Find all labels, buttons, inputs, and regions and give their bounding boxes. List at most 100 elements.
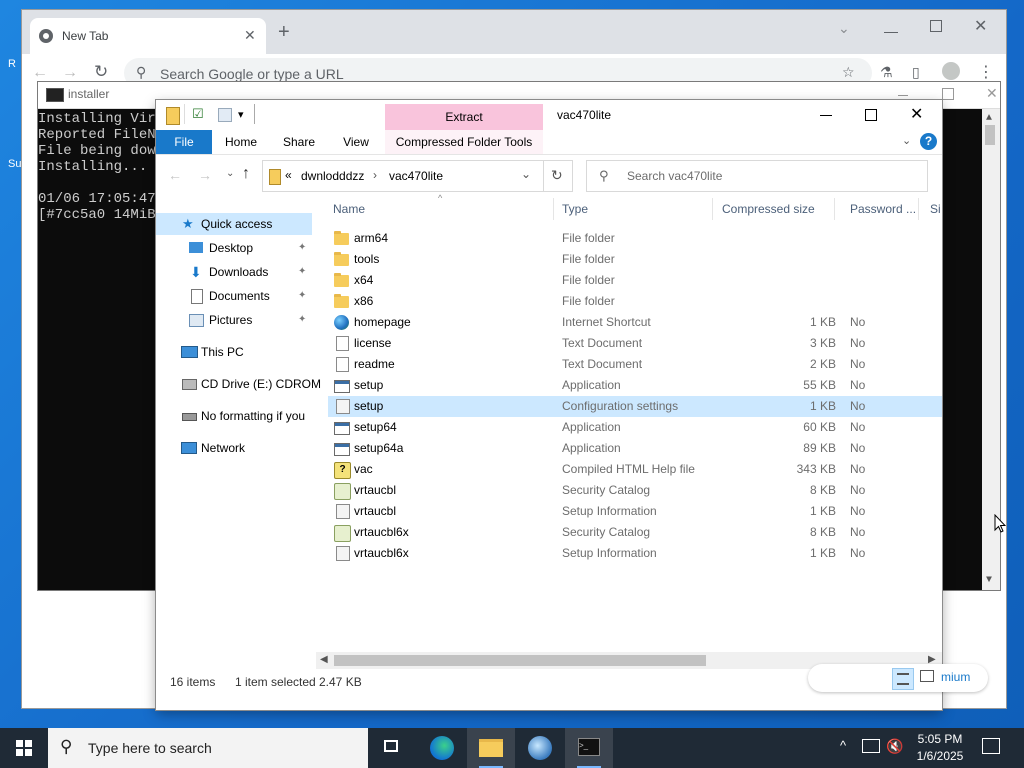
column-size[interactable]: Si <box>930 198 942 220</box>
file-row[interactable]: x86 File folder <box>328 291 942 312</box>
tab-home[interactable]: Home <box>218 130 264 154</box>
file-size: 2 KB <box>809 357 836 371</box>
new-tab-icon[interactable]: + <box>278 22 290 42</box>
forward-icon[interactable]: → <box>198 167 212 183</box>
maximize-icon[interactable] <box>865 109 877 121</box>
taskbar-search-box[interactable]: ⚲ Type here to search <box>48 728 368 768</box>
scroll-down-icon[interactable]: ▼ <box>986 573 992 589</box>
address-dropdown-icon[interactable]: ⌄ <box>521 167 531 181</box>
qat-divider <box>184 104 185 124</box>
volume-muted-icon[interactable]: 🔇 <box>886 738 903 755</box>
column-name[interactable]: Name <box>333 198 554 220</box>
ribbon-expand-icon[interactable]: ⌄ <box>902 134 911 147</box>
ribbon-tabs: File Home Share View Compressed Folder T… <box>156 130 942 155</box>
reload-icon[interactable]: ↻ <box>94 62 108 82</box>
file-row[interactable]: vrtaucbl Security Catalog 8 KB No <box>328 480 942 501</box>
application-icon <box>334 380 350 393</box>
file-row[interactable]: setup Application 55 KB No <box>328 375 942 396</box>
file-row[interactable]: vrtaucbl6x Setup Information 1 KB No <box>328 543 942 564</box>
console-line: Installing Virt <box>38 111 165 127</box>
tab-view[interactable]: View <box>334 130 378 154</box>
breadcrumb-overflow[interactable]: « <box>285 168 292 182</box>
file-row[interactable]: ? vac Compiled HTML Help file 343 KB No <box>328 459 942 480</box>
view-toggle-pill: mium <box>808 664 988 692</box>
taskbar-app[interactable] <box>516 728 564 768</box>
scroll-left-icon[interactable]: ◀ <box>320 654 328 665</box>
taskbar-console[interactable]: >_ <box>565 728 613 768</box>
file-row-selected[interactable]: setup Configuration settings 1 KB No <box>328 396 942 417</box>
file-type: Security Catalog <box>562 483 651 497</box>
profile-avatar[interactable] <box>942 62 960 80</box>
file-row[interactable]: setup64a Application 89 KB No <box>328 438 942 459</box>
column-password[interactable]: Password ... <box>850 198 919 220</box>
file-type: Application <box>562 441 621 455</box>
start-button[interactable] <box>0 728 48 768</box>
qat-dropdown-icon[interactable]: ▾ <box>238 108 244 121</box>
network-status-icon[interactable] <box>862 739 880 753</box>
console-minimize-icon[interactable] <box>898 95 908 96</box>
file-row[interactable]: x64 File folder <box>328 270 942 291</box>
column-compressed-size[interactable]: Compressed size <box>722 198 835 220</box>
close-tab-icon[interactable]: ✕ <box>244 27 256 44</box>
chrome-tab[interactable]: New Tab ✕ <box>30 18 266 54</box>
maximize-icon[interactable] <box>930 20 942 32</box>
desktop-icon-label[interactable]: R <box>8 58 16 70</box>
search-icon: ⚲ <box>60 737 73 756</box>
large-icons-view-icon[interactable] <box>920 670 934 682</box>
file-name: vrtaucbl <box>354 504 397 518</box>
minimize-icon[interactable] <box>820 115 832 116</box>
file-row[interactable]: arm64 File folder <box>328 228 942 249</box>
console-close-icon[interactable]: ✕ <box>986 85 998 102</box>
app-globe-icon <box>528 736 552 760</box>
new-folder-icon[interactable] <box>218 108 232 122</box>
details-view-button[interactable] <box>892 668 914 690</box>
file-row[interactable]: homepage Internet Shortcut 1 KB No <box>328 312 942 333</box>
task-view-button[interactable] <box>368 728 416 768</box>
file-row[interactable]: license Text Document 3 KB No <box>328 333 942 354</box>
extensions-icon[interactable]: ⚗ <box>880 64 893 81</box>
tab-compressed-folder-tools[interactable]: Compressed Folder Tools <box>385 130 543 154</box>
file-row[interactable]: vrtaucbl6x Security Catalog 8 KB No <box>328 522 942 543</box>
file-type: Internet Shortcut <box>562 315 651 329</box>
back-icon[interactable]: ← <box>32 64 48 82</box>
address-bar[interactable]: « dwnlodddzz › vac470lite ⌄ <box>262 160 544 192</box>
bookmark-star-icon[interactable]: ☆ <box>842 64 855 81</box>
file-row[interactable]: setup64 Application 60 KB No <box>328 417 942 438</box>
properties-icon[interactable]: ☑ <box>192 106 204 122</box>
refresh-button[interactable]: ↻ <box>544 160 573 192</box>
tab-file[interactable]: File <box>156 130 212 154</box>
back-icon[interactable]: ← <box>168 167 182 183</box>
breadcrumb-item[interactable]: vac470lite <box>389 169 443 183</box>
menu-icon[interactable]: ⋮ <box>978 62 994 82</box>
taskbar-file-explorer[interactable] <box>467 728 515 768</box>
tab-search-icon[interactable]: ⌄ <box>838 20 850 37</box>
notifications-icon[interactable] <box>982 738 1000 754</box>
up-icon[interactable]: ↑ <box>242 165 250 183</box>
help-icon[interactable]: ? <box>920 133 937 150</box>
console-maximize-icon[interactable] <box>942 88 954 100</box>
file-row[interactable]: readme Text Document 2 KB No <box>328 354 942 375</box>
file-row[interactable]: tools File folder <box>328 249 942 270</box>
file-row[interactable]: vrtaucbl Setup Information 1 KB No <box>328 501 942 522</box>
breadcrumb-item[interactable]: dwnlodddzz <box>301 169 364 183</box>
recent-locations-icon[interactable]: ⌄ <box>226 168 234 179</box>
file-type: File folder <box>562 294 615 308</box>
show-hidden-icons-icon[interactable]: ^ <box>840 738 846 753</box>
tab-share[interactable]: Share <box>276 130 322 154</box>
taskbar-edge[interactable] <box>418 728 466 768</box>
forward-icon[interactable]: → <box>62 64 78 82</box>
desktop-icon-label[interactable]: Su <box>8 158 21 170</box>
column-type[interactable]: Type <box>562 198 713 220</box>
search-input[interactable]: ⚲ Search vac470lite <box>586 160 928 192</box>
column-headers: ^ Name Type Compressed size Password ...… <box>328 193 942 220</box>
explorer-titlebar[interactable]: ☑ ▾ Extract vac470lite ✕ <box>156 100 942 130</box>
file-type: Application <box>562 378 621 392</box>
scrollbar-thumb[interactable] <box>334 655 706 666</box>
minimize-icon[interactable] <box>884 32 898 33</box>
scrollbar-thumb[interactable] <box>985 125 995 145</box>
file-name: vrtaucbl6x <box>354 546 409 560</box>
close-icon[interactable]: ✕ <box>974 16 987 36</box>
close-icon[interactable]: ✕ <box>910 104 923 124</box>
clock[interactable]: 5:05 PM 1/6/2025 <box>908 728 972 768</box>
side-panel-icon[interactable]: ▯ <box>912 64 920 81</box>
